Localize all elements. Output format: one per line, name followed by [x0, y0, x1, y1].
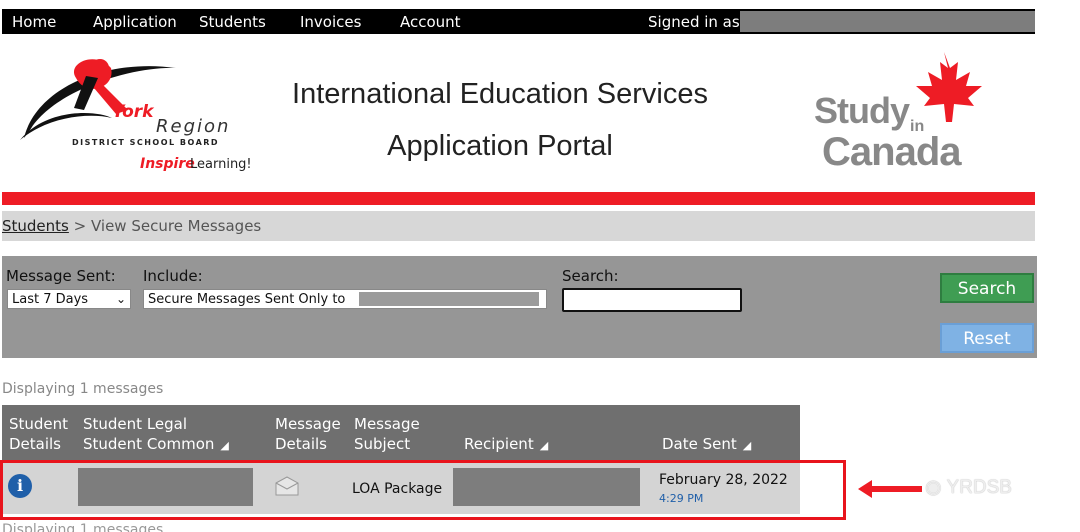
- filter-panel: Message Sent: Last 7 Days ⌄ Include: Sec…: [2, 256, 1037, 358]
- breadcrumb: Students > View Secure Messages: [2, 211, 1035, 241]
- search-input[interactable]: [562, 288, 742, 312]
- wechat-icon: ◉: [925, 477, 947, 498]
- message-sent-value: Last 7 Days: [12, 291, 89, 307]
- header-title-line2: Application Portal: [387, 130, 613, 162]
- search-button[interactable]: Search: [940, 273, 1034, 303]
- logo-region: Region: [156, 116, 231, 137]
- sort-icon[interactable]: ◢: [743, 439, 751, 452]
- col-message-details: Message Details: [275, 415, 341, 453]
- yrdsb-logo: York Region DISTRICT SCHOOL BOARD Inspir…: [16, 48, 256, 178]
- message-sent-select[interactable]: Last 7 Days ⌄: [7, 289, 131, 309]
- logo-board: DISTRICT SCHOOL BOARD: [72, 138, 220, 147]
- redacted-username: [740, 11, 1035, 32]
- col-student-details: Student Details: [9, 415, 69, 453]
- message-count-bottom: Displaying 1 messages: [2, 522, 164, 532]
- logo-inspire: Inspire: [140, 156, 195, 172]
- logo-study: Study: [814, 90, 910, 131]
- nav-students[interactable]: Students: [199, 13, 266, 31]
- col-student-name[interactable]: Student Legal Student Common ◢: [83, 414, 229, 456]
- logo-canada: Canada: [822, 130, 961, 174]
- table-header: Student Details Student Legal Student Co…: [2, 405, 800, 460]
- header-divider: [2, 192, 1035, 205]
- watermark: ◉ YRDSB: [925, 477, 1012, 498]
- col-recipient[interactable]: Recipient ◢: [464, 434, 548, 456]
- logo-york: York: [112, 102, 154, 122]
- nav-invoices[interactable]: Invoices: [300, 13, 361, 31]
- nav-application[interactable]: Application: [93, 13, 177, 31]
- search-label: Search:: [562, 267, 619, 285]
- include-label: Include:: [143, 267, 203, 285]
- message-sent-label: Message Sent:: [6, 267, 116, 285]
- chevron-down-icon: ⌄: [115, 292, 126, 306]
- page-header-title: International Education Services Applica…: [260, 68, 740, 172]
- sort-icon[interactable]: ◢: [540, 439, 548, 452]
- header-title-line1: International Education Services: [292, 78, 708, 110]
- col-message-subject: Message Subject: [354, 415, 420, 453]
- message-count: Displaying 1 messages: [2, 381, 164, 397]
- include-select[interactable]: Secure Messages Sent Only to: [143, 289, 547, 309]
- sort-icon[interactable]: ◢: [220, 439, 228, 452]
- nav-home[interactable]: Home: [12, 13, 56, 31]
- breadcrumb-current: View Secure Messages: [90, 217, 262, 235]
- reset-button[interactable]: Reset: [940, 323, 1034, 353]
- study-in-canada-logo: Study in Canada: [808, 50, 998, 180]
- top-nav: Home Application Students Invoices Accou…: [2, 9, 1035, 34]
- breadcrumb-separator: >: [68, 217, 91, 235]
- signed-in-label: Signed in as: [648, 12, 740, 31]
- include-value: Secure Messages Sent Only to: [148, 291, 346, 307]
- redacted-include: [359, 292, 539, 306]
- row-highlight-box: [0, 460, 846, 520]
- breadcrumb-students-link[interactable]: Students: [2, 217, 69, 235]
- logo-learning: Learning!: [190, 157, 252, 172]
- nav-account[interactable]: Account: [400, 13, 461, 31]
- col-date-sent[interactable]: Date Sent ◢: [662, 434, 751, 456]
